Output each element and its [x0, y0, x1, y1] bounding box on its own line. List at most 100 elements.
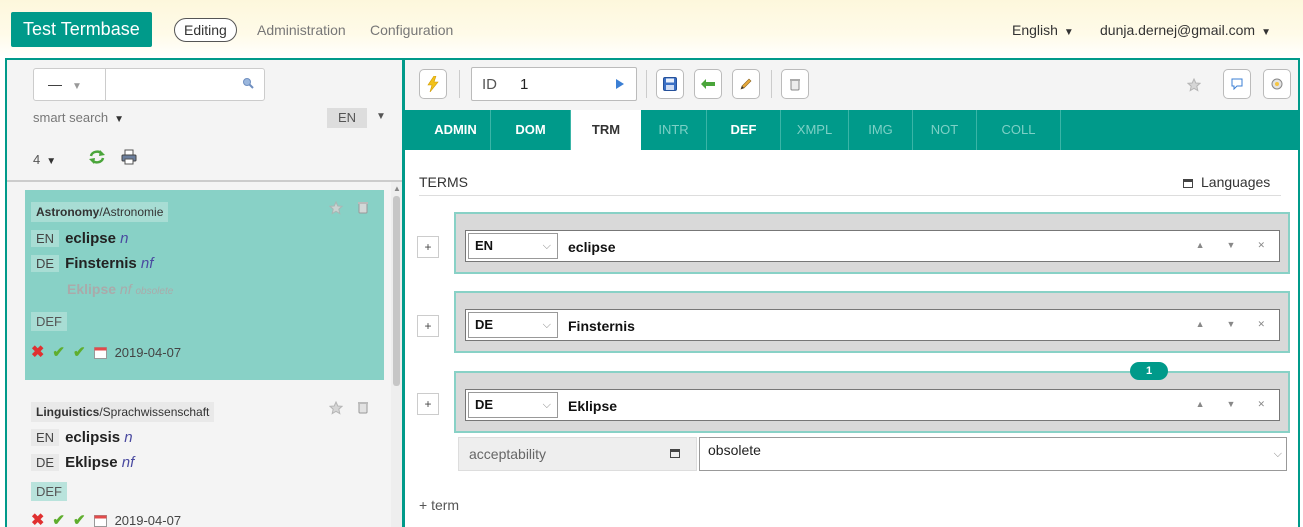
check-icon[interactable]: ✔: [52, 511, 65, 527]
insert-term-button[interactable]: +: [417, 393, 439, 415]
entry-obsolete-term[interactable]: Eklipse nf obsolete: [67, 281, 173, 297]
search-language-select[interactable]: EN: [327, 108, 367, 128]
result-count-select[interactable]: 4 ▼: [33, 152, 56, 167]
move-down-icon[interactable]: ▼: [1227, 319, 1258, 329]
toolbar-separator: [459, 70, 460, 98]
star-icon[interactable]: [1187, 78, 1201, 92]
tab-xmpl[interactable]: XMPL: [781, 110, 849, 150]
result-entry[interactable]: Linguistics/Sprachwissenschaft EN eclipsi…: [25, 390, 384, 527]
tab-coll[interactable]: COLL: [977, 110, 1061, 150]
move-up-icon[interactable]: ▲: [1196, 240, 1227, 250]
domain-german: /Sprachwissenschaft: [99, 405, 210, 419]
part-of-speech: n: [120, 230, 129, 247]
term-text: Eklipse: [65, 454, 118, 471]
entry-term[interactable]: DE Eklipse nf: [31, 454, 134, 471]
term-controls: ▲▼✕: [1196, 399, 1265, 410]
result-entry[interactable]: Astronomy/Astronomie EN eclipse n DE Finst…: [25, 190, 384, 380]
search-input[interactable]: [110, 73, 230, 96]
smart-search-toggle[interactable]: smart search ▼: [33, 110, 124, 125]
tab-not[interactable]: NOT: [913, 110, 977, 150]
nav-configuration[interactable]: Configuration: [370, 22, 453, 38]
history-button[interactable]: [1263, 69, 1291, 99]
scroll-thumb[interactable]: [393, 196, 400, 386]
quick-action-button[interactable]: [419, 69, 447, 99]
triangle-down-icon[interactable]: ▼: [376, 111, 386, 122]
part-of-speech: nf: [121, 454, 135, 471]
insert-term-button[interactable]: +: [417, 315, 439, 337]
term-block: DE ⌵ Eklipse ▲▼✕: [454, 371, 1290, 433]
triangle-down-icon: ▼: [1261, 27, 1271, 38]
entry-id-label: ID: [482, 76, 497, 93]
entry-id-input[interactable]: 1: [520, 76, 528, 93]
scroll-up-icon[interactable]: ▲: [393, 184, 401, 193]
editor-toolbar: ID 1: [405, 60, 1298, 110]
attribute-row: acceptability obsolete ⌵: [458, 437, 1287, 471]
search-field-select[interactable]: — ▼: [34, 69, 106, 100]
comments-button[interactable]: [1223, 69, 1251, 99]
reject-icon[interactable]: ✖: [31, 510, 44, 527]
domain-german: /Astronomie: [99, 205, 164, 219]
user-menu[interactable]: dunja.dernej@gmail.com ▼: [1100, 22, 1271, 38]
results-scrollbar[interactable]: ▲: [391, 182, 402, 527]
edit-button[interactable]: [732, 69, 760, 99]
definition-tag[interactable]: DEF: [31, 482, 67, 501]
entry-term[interactable]: EN eclipsis n: [31, 429, 133, 446]
term-text-input[interactable]: Finsternis: [568, 318, 635, 334]
star-icon[interactable]: [329, 201, 343, 215]
term-block: EN ⌵ eclipse ▲▼✕: [454, 212, 1290, 274]
term-row: DE ⌵ Finsternis ▲▼✕: [465, 309, 1280, 341]
add-term-link[interactable]: + term: [419, 497, 459, 513]
tab-trm[interactable]: TRM: [571, 110, 641, 152]
go-arrow-icon[interactable]: [616, 79, 624, 89]
term-language-select[interactable]: DE ⌵: [468, 392, 558, 418]
delete-button[interactable]: [781, 69, 809, 99]
save-button[interactable]: [656, 69, 684, 99]
term-language: EN: [31, 429, 60, 446]
term-text-input[interactable]: eclipse: [568, 239, 615, 255]
check-icon[interactable]: ✔: [52, 343, 65, 361]
check-icon[interactable]: ✔: [73, 343, 86, 361]
remove-icon[interactable]: ✕: [1257, 399, 1265, 409]
tab-dom[interactable]: DOM: [491, 110, 571, 150]
search-icon[interactable]: [242, 77, 254, 89]
move-down-icon[interactable]: ▼: [1227, 240, 1258, 250]
term-language-value: DE: [475, 397, 494, 412]
part-of-speech: nf: [140, 255, 154, 272]
languages-label: Languages: [1201, 174, 1271, 190]
remove-icon[interactable]: ✕: [1257, 240, 1265, 250]
interface-language-select[interactable]: English ▼: [1012, 22, 1074, 38]
entry-term[interactable]: EN eclipse n: [31, 230, 128, 247]
term-block: DE ⌵ Finsternis ▲▼✕: [454, 291, 1290, 353]
languages-button[interactable]: Languages: [1183, 174, 1270, 190]
tab-intr[interactable]: INTR: [641, 110, 707, 150]
star-icon[interactable]: [329, 401, 343, 415]
nav-administration[interactable]: Administration: [257, 22, 346, 38]
trash-icon[interactable]: [358, 401, 368, 414]
move-up-icon[interactable]: ▲: [1196, 319, 1227, 329]
trash-icon[interactable]: [358, 201, 368, 214]
reject-icon[interactable]: ✖: [31, 342, 44, 362]
move-up-icon[interactable]: ▲: [1196, 399, 1227, 409]
nav-editing[interactable]: Editing: [174, 18, 237, 42]
termbase-title[interactable]: Test Termbase: [11, 12, 152, 47]
tab-img[interactable]: IMG: [849, 110, 913, 150]
insert-term-button[interactable]: +: [417, 236, 439, 258]
term-language-select[interactable]: EN ⌵: [468, 233, 558, 259]
entry-term[interactable]: DE Finsternis nf: [31, 255, 153, 272]
remove-icon[interactable]: ✕: [1257, 319, 1265, 329]
term-language-value: DE: [475, 317, 494, 332]
window-icon[interactable]: [670, 449, 680, 458]
print-icon[interactable]: [121, 149, 137, 165]
refresh-icon[interactable]: [88, 149, 106, 165]
term-language-select[interactable]: DE ⌵: [468, 312, 558, 338]
definition-tag[interactable]: DEF: [31, 312, 67, 331]
note-count-badge[interactable]: 1: [1130, 362, 1168, 380]
term-text: eclipsis: [65, 429, 121, 446]
term-text-input[interactable]: Eklipse: [568, 398, 617, 414]
move-down-icon[interactable]: ▼: [1227, 399, 1258, 409]
check-icon[interactable]: ✔: [73, 511, 86, 527]
attribute-value-select[interactable]: obsolete ⌵: [699, 437, 1287, 471]
back-button[interactable]: [694, 69, 722, 99]
tab-admin[interactable]: ADMIN: [421, 110, 491, 150]
tab-def[interactable]: DEF: [707, 110, 781, 150]
